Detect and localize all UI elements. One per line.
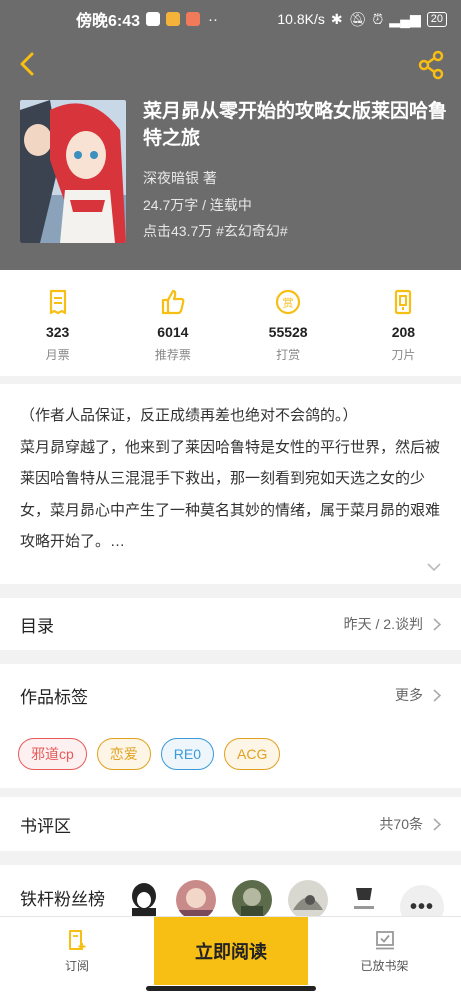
notes-app-icon (166, 12, 181, 26)
chevron-right-icon (433, 617, 441, 631)
tag-chip[interactable]: 邪道cp (18, 738, 87, 770)
stat-monthly-ticket[interactable]: 323 月票 (0, 270, 115, 376)
stat-recommend[interactable]: 6014 推荐票 (115, 270, 230, 376)
monthly-ticket-icon (49, 289, 66, 315)
network-speed: 10.8K/s (277, 11, 325, 27)
clicks-genre: 点击43.7万 #玄幻奇幻# (143, 223, 288, 239)
blade-icon (395, 289, 412, 315)
synopsis[interactable]: （作者人品保证，反正成绩再差也绝对不会鸽的。） 菜月昴穿越了，他来到了莱因哈鲁特… (0, 384, 461, 584)
subscribe-label: 订阅 (64, 958, 89, 973)
reviews-label: 书评区 (20, 816, 71, 836)
chevron-right-icon (433, 817, 441, 831)
book-title: 菜月昴从零开始的攻略女版莱因哈鲁特之旅 (143, 101, 448, 149)
stat-value: 55528 (268, 324, 308, 340)
subscribe-icon (69, 929, 86, 950)
tags-more[interactable]: 更多 (395, 685, 423, 705)
stat-label: 刀片 (391, 348, 416, 362)
status-bar: 傍晚6:43 ·· 10.8K/s ✱ 🔕︎ ⏰︎ ▂▄▆ 20 (0, 0, 461, 38)
stat-label: 推荐票 (154, 348, 191, 362)
synopsis-line: （作者人品保证，反正成绩再差也绝对不会鸽的。） (20, 407, 358, 424)
fans-label: 铁杆粉丝榜 (20, 890, 105, 909)
book-header: 菜月昴从零开始的攻略女版莱因哈鲁特之旅 深夜暗银 著 24.7万字 / 连载中 … (0, 38, 461, 270)
toc-row[interactable]: 目录 昨天 / 2.谈判 (0, 598, 461, 650)
stat-blade[interactable]: 208 刀片 (346, 270, 461, 376)
mute-icon: 🔕︎ (348, 10, 367, 27)
more-notifications-icon: ·· (208, 10, 219, 28)
bluetooth-icon: ✱ (330, 10, 343, 27)
read-now-button[interactable]: 立即阅读 (154, 917, 308, 985)
book-stats: 323 月票 6014 推荐票 赏 55528 打赏 208 刀片 (0, 270, 461, 376)
stat-value: 6014 (157, 324, 189, 340)
status-time: 傍晚6:43 (76, 13, 141, 30)
tag-chip[interactable]: RE0 (160, 738, 215, 770)
word-count-status: 24.7万字 / 连载中 (143, 197, 252, 213)
stat-value: 208 (391, 324, 416, 340)
tags-row[interactable]: 作品标签 更多 (0, 664, 461, 726)
avatar[interactable] (288, 880, 328, 920)
reviews-row[interactable]: 书评区 共70条 (0, 797, 461, 851)
qq-app-icon (146, 12, 161, 26)
battery-icon: 20 (426, 11, 447, 27)
tag-list: 邪道cp 恋爱 RE0 ACG (0, 726, 461, 788)
on-shelf-label: 已放书架 (360, 958, 409, 973)
svg-text:赏: 赏 (283, 297, 294, 310)
share-icon[interactable] (417, 50, 445, 80)
book-cover[interactable] (20, 100, 126, 243)
tag-chip[interactable]: 恋爱 (96, 738, 151, 770)
stat-value: 323 (45, 324, 70, 340)
reviews-count: 共70条 (379, 816, 423, 832)
bookshelf-check-icon (375, 930, 394, 949)
reward-icon: 赏 (276, 289, 301, 315)
avatar[interactable] (176, 880, 216, 920)
chevron-down-icon[interactable] (427, 562, 441, 572)
store-app-icon (186, 12, 201, 26)
signal-icon: ▂▄▆ (389, 10, 421, 27)
stat-label: 月票 (45, 348, 70, 362)
on-shelf-button[interactable]: 已放书架 (308, 917, 461, 985)
avatar[interactable] (232, 880, 272, 920)
tags-label: 作品标签 (20, 687, 88, 707)
toc-latest-chapter: 昨天 / 2.谈判 (343, 616, 423, 632)
synopsis-text: 菜月昴穿越了，他来到了莱因哈鲁特是女性的平行世界，然后被莱因哈鲁特从三混混手下救… (20, 438, 441, 551)
chevron-right-icon (433, 688, 441, 702)
home-indicator[interactable] (146, 986, 316, 991)
book-author[interactable]: 深夜暗银 著 (143, 168, 217, 188)
stat-reward[interactable]: 赏 55528 打赏 (231, 270, 346, 376)
subscribe-button[interactable]: 订阅 (0, 917, 154, 985)
avatar[interactable] (124, 880, 164, 920)
thumbs-up-icon (161, 289, 185, 315)
avatar[interactable] (344, 880, 384, 920)
alarm-icon: ⏰︎ (372, 10, 384, 27)
back-arrow-icon[interactable] (14, 48, 42, 80)
stat-label: 打赏 (276, 348, 301, 362)
toc-label: 目录 (20, 616, 54, 636)
tag-chip[interactable]: ACG (224, 738, 281, 770)
